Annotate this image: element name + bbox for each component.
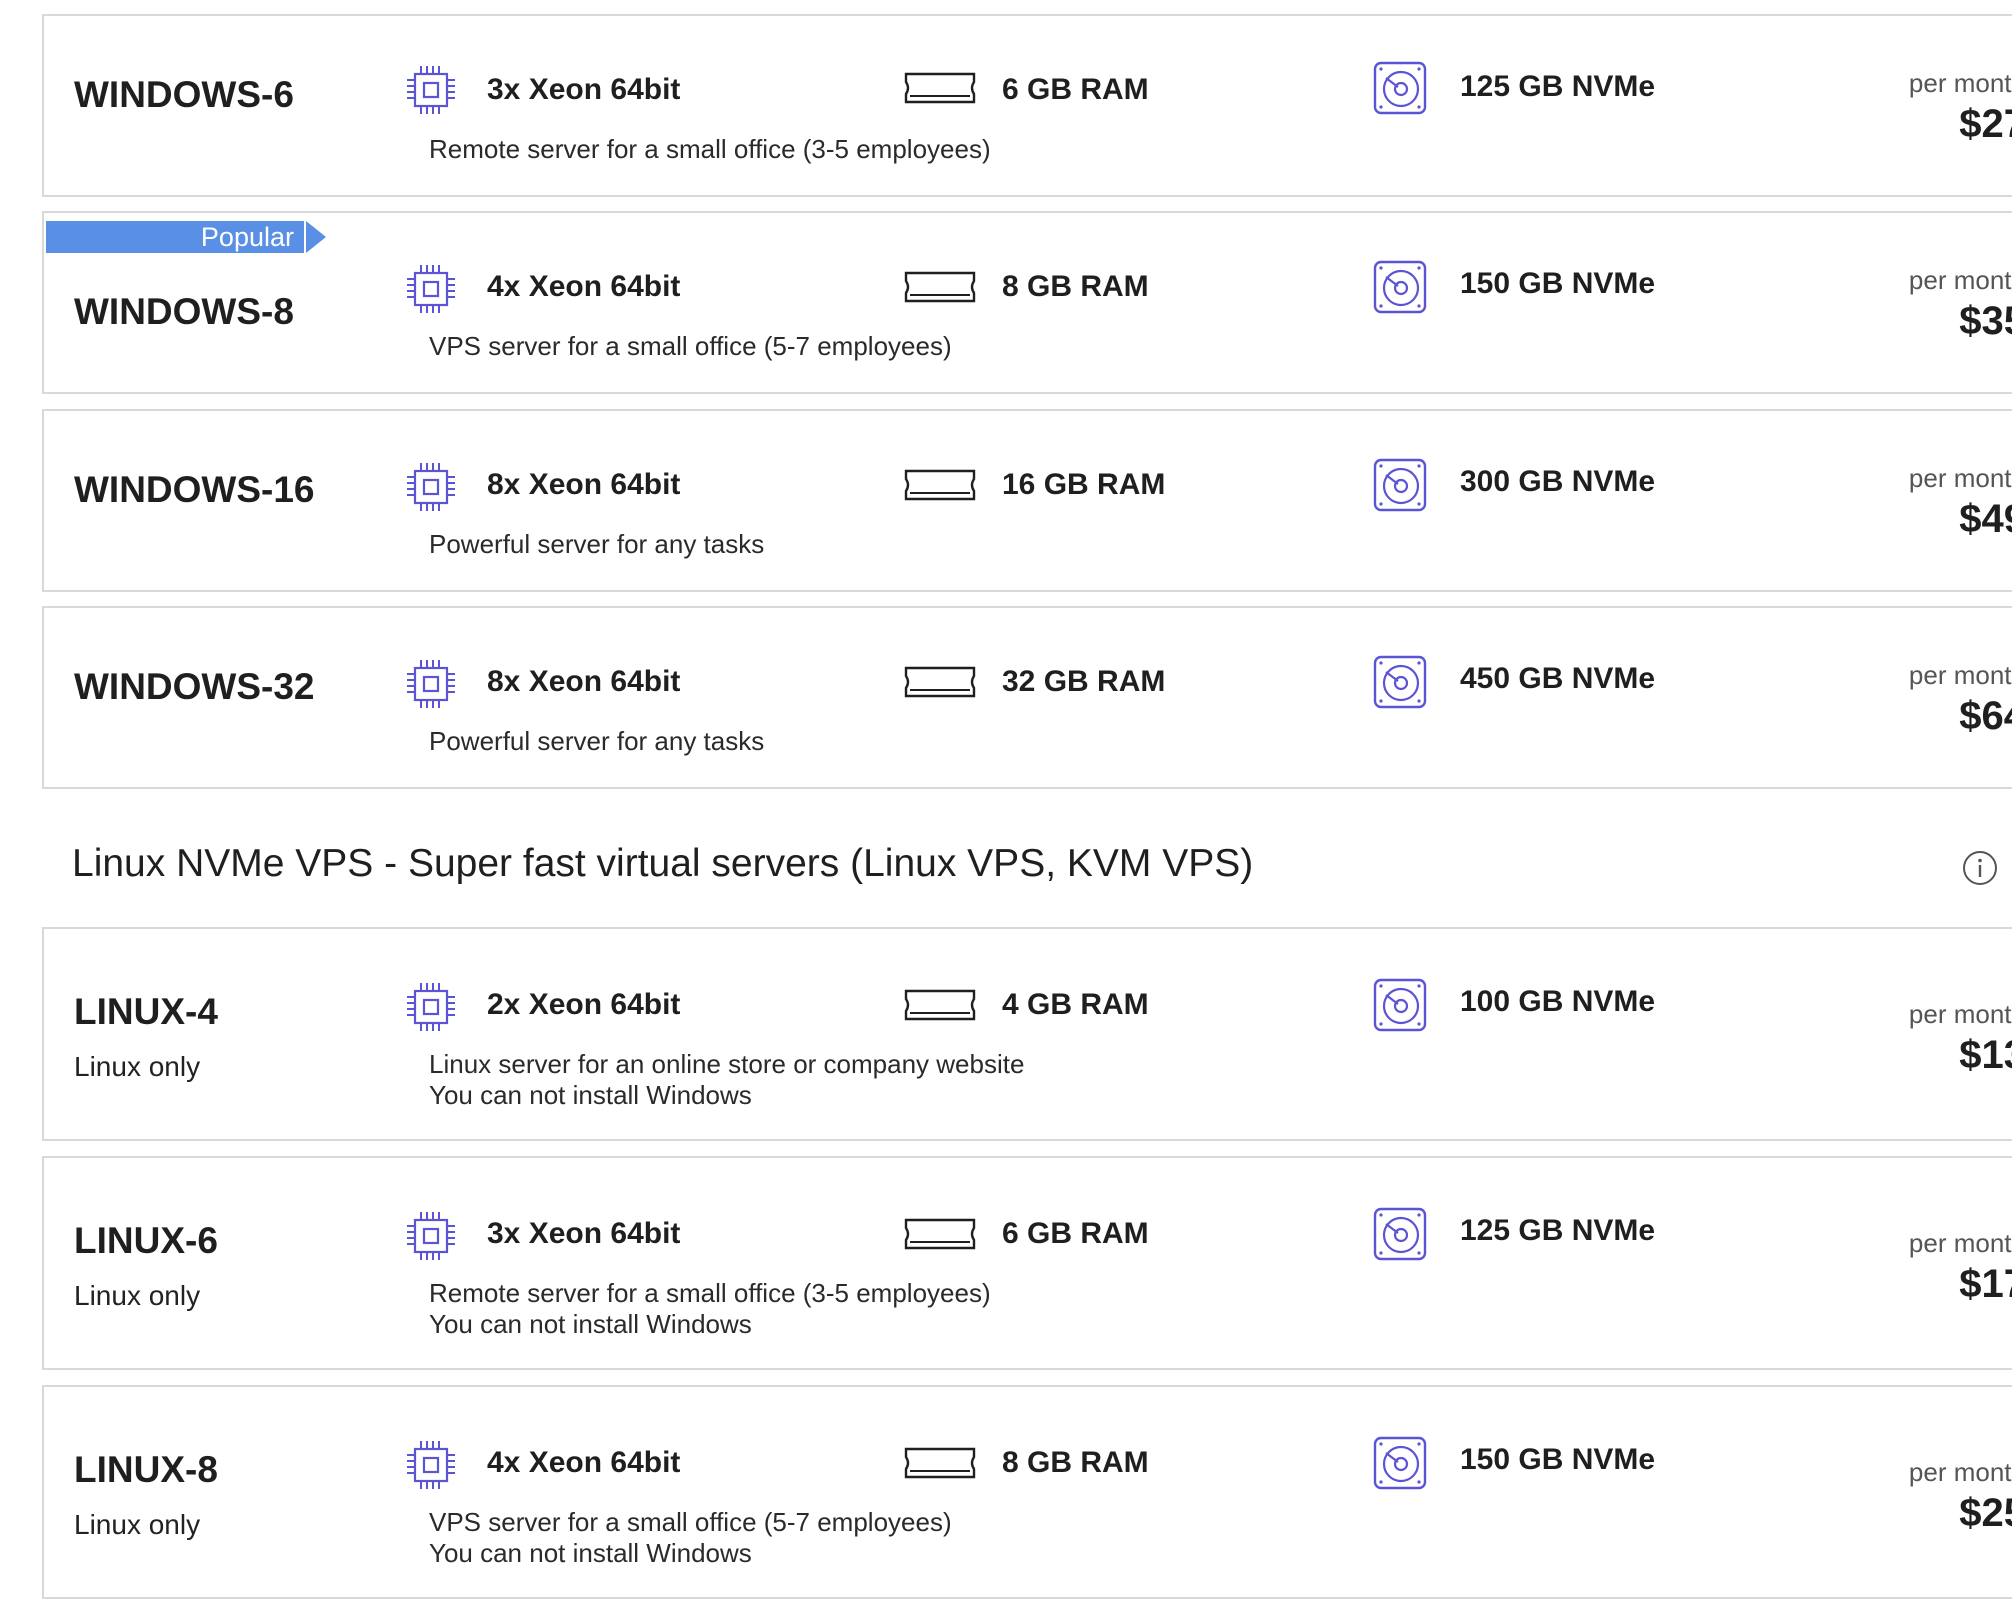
ram-module-icon: [902, 985, 978, 1025]
ram-spec: 6 GB RAM: [1002, 73, 1149, 106]
cpu-spec: 3x Xeon 64bit: [487, 73, 681, 106]
hard-disk-icon: [1372, 654, 1428, 710]
popular-badge-arrow: [306, 221, 326, 253]
hard-disk-icon: [1372, 259, 1428, 315]
ram-spec: 16 GB RAM: [1002, 468, 1166, 501]
cpu-spec: 8x Xeon 64bit: [487, 468, 681, 501]
plan-description: VPS server for a small office (5-7 emplo…: [429, 331, 952, 361]
cpu-chip-icon: [403, 459, 459, 515]
per-month-label: per month: [1908, 463, 2012, 493]
ram-spec: 32 GB RAM: [1002, 665, 1166, 698]
ram-spec: 8 GB RAM: [1002, 270, 1149, 303]
cpu-chip-icon: [403, 656, 459, 712]
ram-module-icon: [902, 1214, 978, 1254]
plan-note: You can not install Windows: [429, 1309, 752, 1339]
plan-price: $35: [1959, 299, 2012, 343]
hard-disk-icon: [1372, 977, 1428, 1033]
hard-disk-icon: [1372, 1206, 1428, 1262]
cpu-chip-icon: [403, 1208, 459, 1264]
plan-price: $27: [1959, 102, 2012, 146]
ram-module-icon: [902, 267, 978, 307]
ram-module-icon: [902, 662, 978, 702]
per-month-label: per month: [1908, 660, 2012, 690]
cpu-chip-icon: [403, 979, 459, 1035]
plan-description: VPS server for a small office (5-7 emplo…: [429, 1507, 952, 1537]
plan-card-windows-6[interactable]: WINDOWS-6 3x Xeon 64bit 6 GB RAM 125 GB …: [42, 14, 2012, 197]
ram-module-icon: [902, 1443, 978, 1483]
plan-description: Powerful server for any tasks: [429, 529, 765, 559]
hard-disk-icon: [1372, 457, 1428, 513]
per-month-label: per month: [1908, 1228, 2012, 1258]
ram-spec: 8 GB RAM: [1002, 1446, 1149, 1479]
cpu-spec: 8x Xeon 64bit: [487, 665, 681, 698]
plan-subtitle: Linux only: [74, 1509, 201, 1540]
plan-card-linux-6[interactable]: LINUX-6 Linux only 3x Xeon 64bit 6 GB RA…: [42, 1156, 2012, 1370]
plan-description: Linux server for an online store or comp…: [429, 1049, 1025, 1079]
ram-module-icon: [902, 465, 978, 505]
plan-card-linux-8[interactable]: LINUX-8 Linux only 4x Xeon 64bit 8 GB RA…: [42, 1385, 2012, 1599]
plan-card-windows-32[interactable]: WINDOWS-32 8x Xeon 64bit 32 GB RAM 450 G…: [42, 606, 2012, 789]
plan-name: LINUX-8: [74, 1449, 218, 1490]
disk-spec: 300 GB NVMe: [1460, 465, 1656, 498]
hard-disk-icon: [1372, 60, 1428, 116]
cpu-spec: 4x Xeon 64bit: [487, 1446, 681, 1479]
plan-subtitle: Linux only: [74, 1051, 201, 1082]
plan-price: $25: [1959, 1491, 2012, 1535]
plan-card-windows-16[interactable]: WINDOWS-16 8x Xeon 64bit 16 GB RAM 300 G…: [42, 409, 2012, 592]
per-month-label: per month: [1908, 999, 2012, 1029]
hard-disk-icon: [1372, 1435, 1428, 1491]
plan-name: WINDOWS-32: [74, 666, 315, 707]
plan-name: WINDOWS-6: [74, 74, 294, 115]
per-month-label: per month: [1908, 265, 2012, 295]
plan-price: $49: [1959, 497, 2012, 541]
plan-description: Remote server for a small office (3-5 em…: [429, 1278, 991, 1308]
plan-name: LINUX-6: [74, 1220, 218, 1261]
plan-name: WINDOWS-16: [74, 469, 315, 510]
plan-note: You can not install Windows: [429, 1538, 752, 1568]
plan-subtitle: Linux only: [74, 1280, 201, 1311]
popular-badge: Popular: [46, 221, 304, 253]
plan-price: $64: [1959, 694, 2012, 738]
cpu-spec: 4x Xeon 64bit: [487, 270, 681, 303]
cpu-chip-icon: [403, 1437, 459, 1493]
per-month-label: per month: [1908, 1457, 2012, 1487]
disk-spec: 450 GB NVMe: [1460, 662, 1656, 695]
disk-spec: 150 GB NVMe: [1460, 1443, 1656, 1476]
cpu-spec: 3x Xeon 64bit: [487, 1217, 681, 1250]
disk-spec: 100 GB NVMe: [1460, 985, 1656, 1018]
plan-card-linux-4[interactable]: LINUX-4 Linux only 2x Xeon 64bit 4 GB RA…: [42, 927, 2012, 1141]
cpu-chip-icon: [403, 261, 459, 317]
plan-description: Powerful server for any tasks: [429, 726, 765, 756]
ram-module-icon: [902, 68, 978, 108]
disk-spec: 150 GB NVMe: [1460, 267, 1656, 300]
linux-section-heading: Linux NVMe VPS - Super fast virtual serv…: [72, 842, 1254, 885]
cpu-chip-icon: [403, 62, 459, 118]
plan-card-windows-8[interactable]: Popular WINDOWS-8 4x Xeon 64bit 8 GB RAM…: [42, 211, 2012, 394]
plan-name: WINDOWS-8: [74, 291, 294, 332]
disk-spec: 125 GB NVMe: [1460, 1214, 1656, 1247]
per-month-label: per month: [1908, 68, 2012, 98]
plan-price: $17: [1959, 1262, 2012, 1306]
cpu-spec: 2x Xeon 64bit: [487, 988, 681, 1021]
ram-spec: 4 GB RAM: [1002, 988, 1149, 1021]
plan-price: $13: [1959, 1033, 2012, 1077]
plan-description: Remote server for a small office (3-5 em…: [429, 134, 991, 164]
ram-spec: 6 GB RAM: [1002, 1217, 1149, 1250]
info-circle-icon[interactable]: [1962, 850, 1998, 886]
plan-note: You can not install Windows: [429, 1080, 752, 1110]
plan-name: LINUX-4: [74, 991, 218, 1032]
disk-spec: 125 GB NVMe: [1460, 70, 1656, 103]
